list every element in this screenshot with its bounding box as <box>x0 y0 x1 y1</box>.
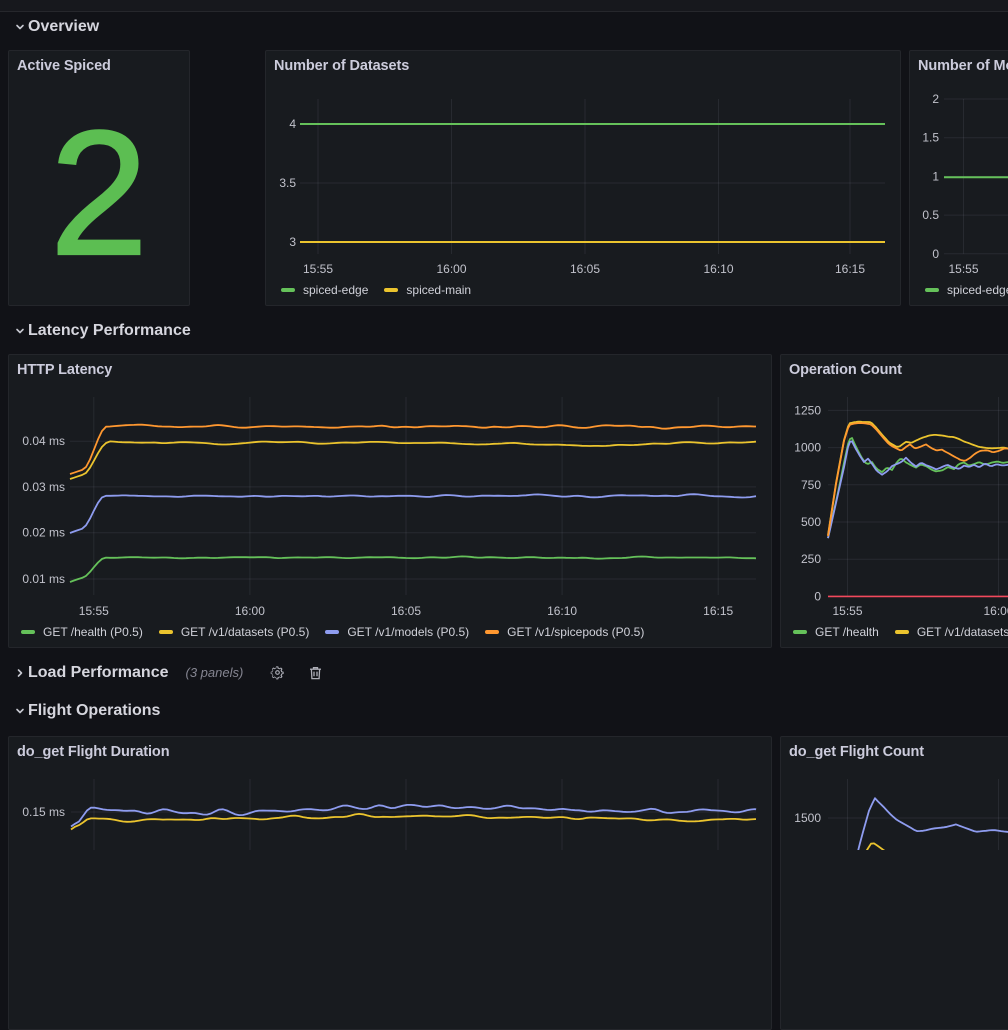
svg-text:16:15: 16:15 <box>703 604 733 618</box>
svg-text:15:55: 15:55 <box>79 604 109 618</box>
svg-text:0.02 ms: 0.02 ms <box>22 526 65 540</box>
svg-text:0: 0 <box>814 589 821 603</box>
svg-text:1500: 1500 <box>794 811 821 825</box>
svg-text:16:10: 16:10 <box>547 604 577 618</box>
svg-text:16:15: 16:15 <box>835 262 865 276</box>
svg-text:15:55: 15:55 <box>948 262 978 276</box>
svg-text:1.5: 1.5 <box>922 131 939 145</box>
svg-text:16:05: 16:05 <box>570 262 600 276</box>
svg-text:250: 250 <box>801 552 821 566</box>
svg-text:1250: 1250 <box>794 403 821 417</box>
svg-text:0.15 ms: 0.15 ms <box>22 805 65 819</box>
svg-text:15:55: 15:55 <box>303 262 333 276</box>
svg-text:16:10: 16:10 <box>703 262 733 276</box>
svg-text:0: 0 <box>932 247 939 261</box>
svg-text:1: 1 <box>932 169 939 183</box>
svg-text:3: 3 <box>289 235 296 249</box>
svg-text:0.01 ms: 0.01 ms <box>22 572 65 586</box>
svg-text:16:00: 16:00 <box>983 604 1008 618</box>
svg-text:500: 500 <box>801 515 821 529</box>
svg-text:0.04 ms: 0.04 ms <box>22 434 65 448</box>
svg-text:16:00: 16:00 <box>235 604 265 618</box>
svg-text:750: 750 <box>801 478 821 492</box>
svg-text:16:00: 16:00 <box>436 262 466 276</box>
svg-text:0.5: 0.5 <box>922 208 939 222</box>
svg-text:4: 4 <box>289 117 296 131</box>
svg-text:1000: 1000 <box>794 441 821 455</box>
svg-text:16:05: 16:05 <box>391 604 421 618</box>
svg-text:15:55: 15:55 <box>832 604 862 618</box>
svg-text:3.5: 3.5 <box>279 176 296 190</box>
svg-text:0.03 ms: 0.03 ms <box>22 480 65 494</box>
svg-text:2: 2 <box>932 92 939 106</box>
